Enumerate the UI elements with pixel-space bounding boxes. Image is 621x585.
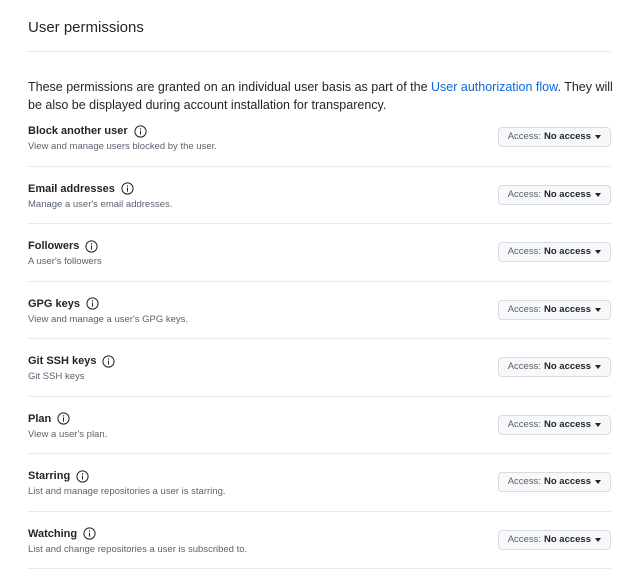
access-label: Access: bbox=[507, 131, 541, 142]
access-value: No access bbox=[543, 476, 591, 487]
permission-name: GPG keys bbox=[28, 297, 99, 311]
caret-down-icon bbox=[595, 480, 601, 484]
permission-name: Starring bbox=[28, 469, 89, 483]
permission-row: Followers A user's followers Access: No a… bbox=[28, 224, 611, 282]
access-dropdown[interactable]: Access: No access bbox=[497, 357, 611, 377]
permission-row: Watching List and change repositories a … bbox=[28, 512, 611, 569]
permission-name-label: Email addresses bbox=[28, 182, 115, 195]
info-icon[interactable] bbox=[121, 182, 134, 195]
caret-down-icon bbox=[595, 307, 601, 312]
permission-description: List and manage repositories a user is s… bbox=[28, 486, 226, 497]
access-value: No access bbox=[543, 246, 591, 257]
access-dropdown[interactable]: Access: No access bbox=[497, 127, 611, 147]
access-label: Access: bbox=[507, 533, 541, 545]
info-icon[interactable] bbox=[57, 412, 70, 425]
access-label: Access: bbox=[507, 188, 541, 200]
caret-down-icon bbox=[595, 422, 601, 427]
permission-description: View and manage users blocked by the use… bbox=[28, 141, 217, 152]
permission-name-label: Git SSH keys bbox=[28, 355, 97, 367]
caret-down-icon bbox=[595, 365, 601, 369]
permission-description: A user's followers bbox=[28, 256, 102, 267]
access-dropdown[interactable]: Access: No access bbox=[497, 472, 611, 492]
info-icon[interactable] bbox=[86, 297, 99, 310]
access-value: No access bbox=[543, 303, 591, 315]
section-title: User permissions bbox=[28, 19, 144, 36]
info-icon[interactable] bbox=[76, 469, 89, 483]
access-value: No access bbox=[543, 418, 591, 430]
permission-name-label: Starring bbox=[28, 470, 71, 482]
access-value: No access bbox=[543, 188, 591, 200]
permission-row: Git SSH keys Git SSH keys Access: No acce… bbox=[28, 339, 611, 397]
access-value: No access bbox=[543, 361, 591, 372]
permission-description: Git SSH keys bbox=[28, 371, 85, 382]
caret-down-icon bbox=[595, 250, 601, 254]
permission-description: List and change repositories a user is s… bbox=[28, 543, 248, 555]
info-icon[interactable] bbox=[102, 354, 116, 368]
title-divider bbox=[28, 51, 611, 52]
access-label: Access: bbox=[507, 303, 541, 315]
permission-name-label: Followers bbox=[28, 240, 80, 252]
access-value: No access bbox=[543, 131, 591, 142]
access-value: No access bbox=[543, 533, 591, 545]
access-dropdown[interactable]: Access: No access bbox=[497, 242, 611, 262]
permission-name: Plan bbox=[28, 412, 70, 426]
permission-name-label: Block another user bbox=[28, 125, 128, 137]
user-authorization-flow-link[interactable]: User authorization flow bbox=[431, 80, 557, 94]
access-label: Access: bbox=[507, 361, 541, 372]
permission-list: Block another user View and manage users… bbox=[28, 109, 611, 569]
permission-row: GPG keys View and manage a user's GPG ke… bbox=[28, 282, 611, 339]
info-icon[interactable] bbox=[83, 527, 96, 540]
access-dropdown[interactable]: Access: No access bbox=[497, 414, 611, 435]
access-label: Access: bbox=[507, 246, 541, 257]
permission-description: View a user's plan. bbox=[28, 428, 108, 440]
permission-row: Block another user View and manage users… bbox=[28, 109, 611, 167]
permission-name-label: GPG keys bbox=[28, 297, 80, 310]
permission-row: Starring List and manage repositories a … bbox=[28, 454, 611, 512]
access-dropdown[interactable]: Access: No access bbox=[497, 184, 611, 205]
caret-down-icon bbox=[595, 135, 601, 139]
permission-description: View and manage a user's GPG keys. bbox=[28, 313, 189, 325]
permission-name-label: Plan bbox=[28, 412, 52, 425]
permission-name: Email addresses bbox=[28, 182, 134, 196]
permission-name: Git SSH keys bbox=[28, 354, 116, 368]
caret-down-icon bbox=[595, 192, 601, 197]
permission-name: Followers bbox=[28, 239, 98, 253]
access-label: Access: bbox=[507, 418, 541, 430]
permission-description: Manage a user's email addresses. bbox=[28, 198, 173, 210]
access-dropdown[interactable]: Access: No access bbox=[497, 529, 611, 550]
access-dropdown[interactable]: Access: No access bbox=[497, 299, 611, 320]
permission-name: Block another user bbox=[28, 124, 147, 138]
permission-row: Plan View a user's plan. Access: No acces… bbox=[28, 397, 611, 454]
info-icon[interactable] bbox=[134, 124, 147, 138]
access-label: Access: bbox=[507, 476, 541, 487]
caret-down-icon bbox=[595, 537, 601, 542]
intro-text-before: These permissions are granted on an indi… bbox=[28, 79, 432, 94]
permission-row: Email addresses Manage a user's email ad… bbox=[28, 167, 611, 224]
permission-name: Watching bbox=[28, 527, 96, 541]
permission-name-label: Watching bbox=[28, 527, 78, 540]
info-icon[interactable] bbox=[85, 239, 98, 253]
